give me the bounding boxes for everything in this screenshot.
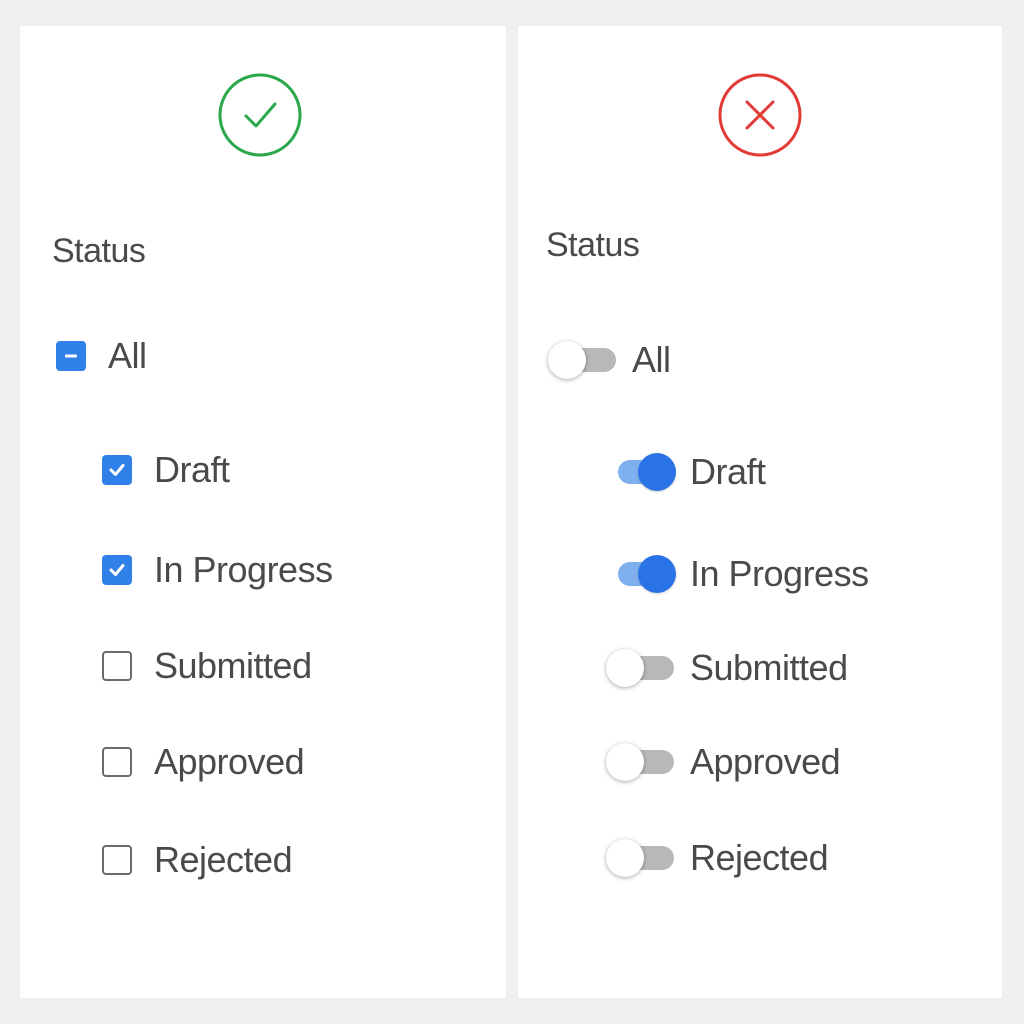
indeterminate-checkbox-icon[interactable] [56, 341, 86, 371]
checkbox-label-in-progress: In Progress [154, 549, 333, 590]
toggle-thumb [638, 555, 676, 593]
x-circle-icon [715, 70, 805, 160]
toggle-label-draft: Draft [690, 451, 766, 492]
toggle-switch-on[interactable] [606, 452, 676, 492]
checkbox-row-all[interactable]: All [56, 334, 147, 378]
toggle-row-all[interactable]: All [548, 338, 671, 382]
unchecked-checkbox-icon[interactable] [102, 845, 132, 875]
toggle-thumb [606, 839, 644, 877]
checkbox-label-all: All [108, 335, 147, 376]
unchecked-checkbox-icon[interactable] [102, 651, 132, 681]
checkbox-row-rejected[interactable]: Rejected [102, 838, 293, 882]
toggle-label-submitted: Submitted [690, 647, 848, 688]
toggle-label-rejected: Rejected [690, 837, 829, 878]
checkbox-row-submitted[interactable]: Submitted [102, 644, 312, 688]
checkbox-label-draft: Draft [154, 449, 230, 490]
checkbox-label-rejected: Rejected [154, 839, 293, 880]
toggle-switch-on[interactable] [606, 554, 676, 594]
toggle-switch-off[interactable] [606, 742, 676, 782]
checkbox-row-approved[interactable]: Approved [102, 740, 305, 784]
toggle-switch-off[interactable] [606, 838, 676, 878]
toggle-row-draft[interactable]: Draft [606, 450, 766, 494]
toggle-thumb [548, 341, 586, 379]
checked-checkbox-icon[interactable] [102, 455, 132, 485]
status-heading: Status [52, 232, 146, 270]
checked-checkbox-icon[interactable] [102, 555, 132, 585]
toggle-thumb [638, 453, 676, 491]
incorrect-example-panel: Status All Draft In Progress Submitted A… [518, 26, 1002, 998]
toggle-label-all: All [632, 339, 671, 380]
toggle-row-in-progress[interactable]: In Progress [606, 552, 869, 596]
check-circle-icon [215, 70, 305, 160]
checkbox-row-draft[interactable]: Draft [102, 448, 230, 492]
comparison-canvas: Status All Draft In Progress Submitted A… [0, 0, 1024, 1024]
toggle-label-in-progress: In Progress [690, 553, 869, 594]
toggle-row-rejected[interactable]: Rejected [606, 836, 829, 880]
checkbox-row-in-progress[interactable]: In Progress [102, 548, 333, 592]
correct-example-panel: Status All Draft In Progress Submitted A… [20, 26, 506, 998]
toggle-switch-off[interactable] [606, 648, 676, 688]
status-heading: Status [546, 226, 640, 264]
toggle-label-approved: Approved [690, 741, 841, 782]
unchecked-checkbox-icon[interactable] [102, 747, 132, 777]
toggle-thumb [606, 649, 644, 687]
toggle-row-approved[interactable]: Approved [606, 740, 841, 784]
checkbox-label-approved: Approved [154, 741, 305, 782]
toggle-switch-off[interactable] [548, 340, 618, 380]
toggle-thumb [606, 743, 644, 781]
checkbox-label-submitted: Submitted [154, 645, 312, 686]
toggle-row-submitted[interactable]: Submitted [606, 646, 848, 690]
